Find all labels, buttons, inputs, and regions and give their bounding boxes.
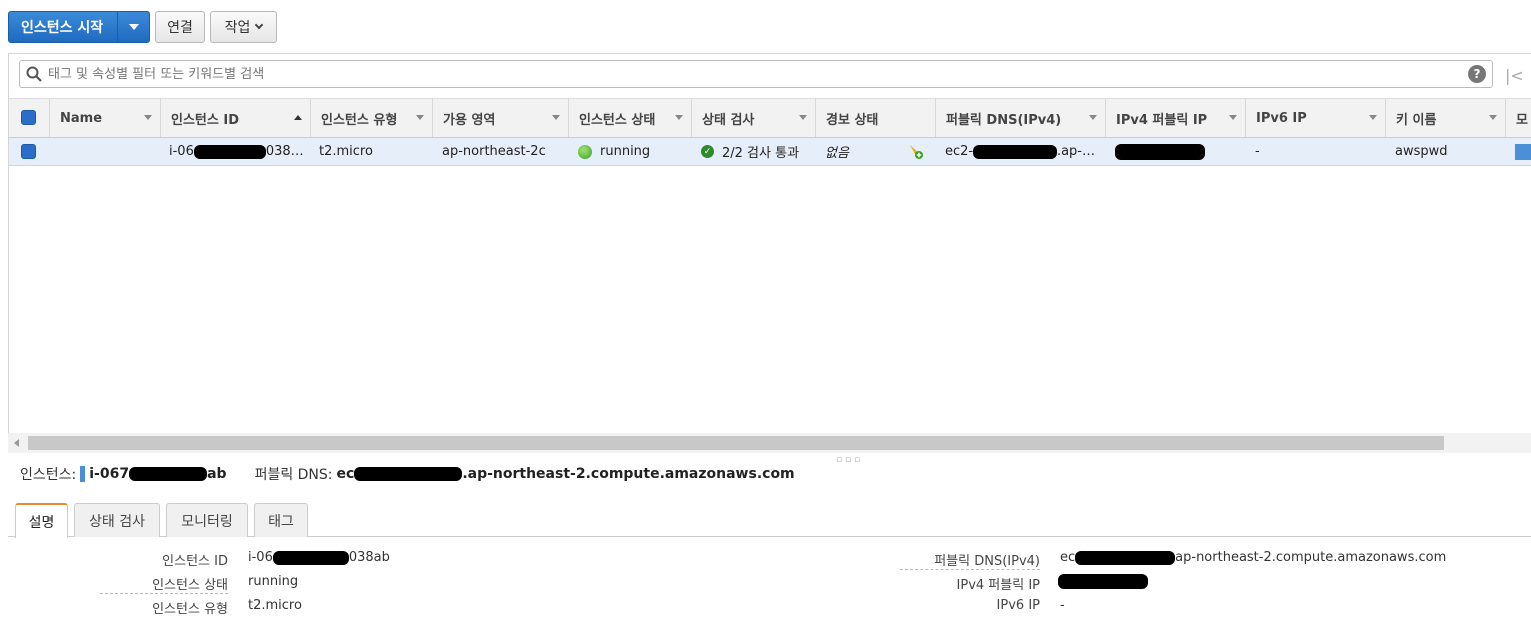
redaction [973, 144, 1057, 159]
summary-instance-label: 인스턴스: [20, 467, 77, 483]
cell-ipv6-ip: - [1255, 144, 1260, 159]
column-header[interactable]: IPv6 IP [1245, 99, 1385, 137]
detail-instance-id-value: i-06 038ab [248, 550, 390, 565]
detail-instance-state-value: running [248, 574, 299, 589]
summary-instance-value: i-067 ab [80, 466, 227, 482]
tab-status-checks[interactable]: 상태 검사 [74, 503, 160, 537]
toolbar: 인스턴스 시작 연결 작업 [0, 0, 1531, 52]
column-header[interactable]: 퍼블릭 DNS(IPv4) [935, 99, 1105, 137]
detail-public-dns-value: ec ap-northeast-2.compute.amazonaws.com [1060, 550, 1447, 565]
redaction [354, 467, 463, 481]
column-header[interactable]: 인스턴스 ID [160, 99, 310, 137]
cell-availability-zone: ap-northeast-2c [442, 144, 546, 159]
resize-grip-icon[interactable]: ▫▫▫ [836, 455, 863, 465]
column-header[interactable]: IPv4 퍼블릭 IP [1105, 99, 1245, 137]
redaction [129, 467, 208, 481]
search-icon [20, 66, 48, 82]
tab-description[interactable]: 설명 [15, 503, 68, 538]
cell-alarm-status: 없음 [825, 146, 849, 161]
chevron-down-icon [255, 20, 264, 30]
summary-dns-value: ec .ap-northeast-2.compute.amazonaws.com [336, 466, 795, 482]
column-header[interactable]: 상태 검사 [691, 99, 815, 137]
actions-button[interactable]: 작업 [210, 11, 277, 43]
scroll-left-icon[interactable] [14, 439, 19, 447]
cell-public-dns: ec2- .ap-… [945, 144, 1095, 159]
tab-tags[interactable]: 태그 [254, 503, 308, 537]
column-header[interactable]: 인스턴스 유형 [310, 99, 432, 137]
row-checkbox[interactable] [21, 144, 36, 159]
detail-ipv4-label: IPv4 퍼블릭 IP [956, 578, 1040, 593]
selection-summary: 인스턴스: i-067 ab 퍼블릭 DNS: ec .ap-northeast… [20, 465, 795, 483]
cell-instance-state: running [578, 138, 688, 165]
horizontal-scrollbar[interactable] [8, 433, 1531, 453]
detail-ipv6-value: - [1060, 598, 1065, 613]
detail-instance-id-label: 인스턴스 ID [162, 554, 228, 569]
table-header: Name 인스턴스 ID 인스턴스 유형 가용 영역 인스턴스 상태 상태 검사… [9, 98, 1531, 138]
column-header[interactable]: 가용 영역 [432, 99, 568, 137]
search-bar[interactable]: ? [19, 60, 1493, 88]
redaction [1075, 550, 1176, 565]
column-header[interactable]: 경보 상태 [815, 99, 935, 137]
help-icon[interactable]: ? [1468, 65, 1486, 83]
column-header[interactable]: 키 이름 [1385, 99, 1505, 137]
detail-instance-state-label: 인스턴스 상태 [100, 574, 228, 594]
select-all-checkbox[interactable] [21, 110, 36, 125]
table-row[interactable]: i-06 038… t2.micro ap-northeast-2c runni… [9, 138, 1531, 166]
sort-ascending-icon [294, 115, 302, 120]
actions-label[interactable]: 작업 [225, 17, 251, 37]
launch-instance-label[interactable]: 인스턴스 시작 [9, 17, 117, 37]
launch-dropdown-toggle[interactable] [117, 12, 149, 42]
column-header[interactable]: Name [49, 99, 160, 137]
cell-instance-id: i-06 038… [169, 144, 304, 159]
instances-panel: ? |< Name 인스턴스 ID 인스턴스 유형 가용 영역 인스턴스 상태 … [8, 53, 1531, 453]
detail-public-dns-label: 퍼블릭 DNS(IPv4) [900, 550, 1040, 570]
search-input[interactable] [48, 66, 1492, 82]
create-alarm-icon[interactable] [907, 138, 925, 165]
running-status-icon [578, 144, 592, 159]
check-circle-icon: ✓ [701, 145, 714, 158]
tab-monitoring[interactable]: 모니터링 [166, 503, 248, 537]
detail-instance-type-value: t2.micro [248, 598, 302, 613]
cell-monitoring [1515, 144, 1531, 160]
redaction [193, 144, 266, 159]
connect-button[interactable]: 연결 [155, 11, 205, 43]
cell-name [59, 138, 159, 165]
redaction [272, 550, 349, 565]
detail-ipv6-label: IPv6 IP [996, 598, 1040, 613]
first-page-icon[interactable]: |< [1505, 66, 1524, 85]
cell-key-name: awspwd [1395, 144, 1448, 159]
cell-instance-type: t2.micro [319, 144, 373, 159]
redaction [1115, 143, 1205, 160]
column-header[interactable]: 인스턴스 상태 [568, 99, 691, 137]
detail-ipv4-value [1058, 574, 1148, 589]
scroll-thumb[interactable] [28, 436, 1444, 450]
cell-status-check: ✓ 2/2 검사 통과 [701, 138, 813, 165]
launch-instance-button[interactable]: 인스턴스 시작 [8, 11, 150, 43]
caret-down-icon [128, 24, 139, 30]
column-header[interactable]: 모 [1505, 99, 1531, 137]
summary-dns-label: 퍼블릭 DNS: [254, 467, 333, 483]
cell-ipv4-public-ip [1115, 138, 1235, 165]
detail-tabs: 설명 상태 검사 모니터링 태그 [8, 503, 1531, 538]
redaction [1058, 574, 1148, 589]
